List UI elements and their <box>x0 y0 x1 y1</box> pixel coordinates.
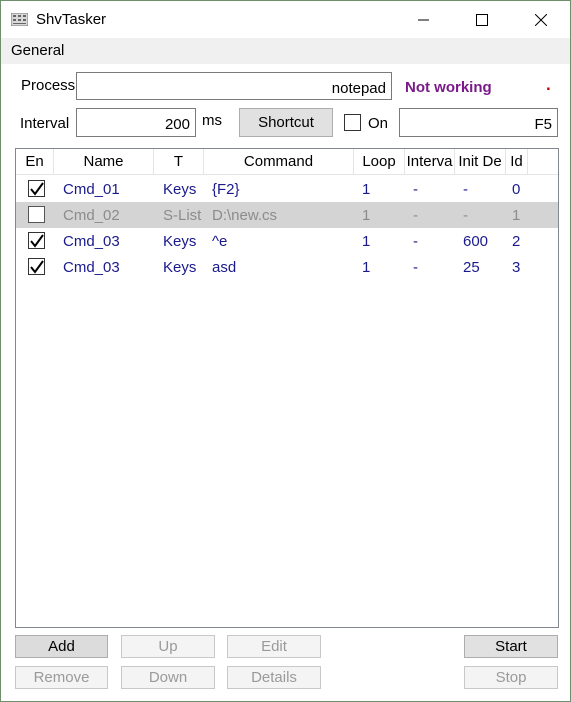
column-header-interval[interactable]: Interva <box>405 149 455 174</box>
row-enabled-checkbox[interactable] <box>28 180 45 197</box>
cell-type: Keys <box>163 233 197 250</box>
close-button[interactable] <box>512 1 570 38</box>
column-header-type[interactable]: T <box>154 149 204 174</box>
checkmark-icon <box>30 234 44 248</box>
cell-id: 1 <box>512 207 521 224</box>
cell-init-delay: 600 <box>463 233 489 250</box>
interval-label: Interval <box>20 115 70 132</box>
column-header-en[interactable]: En <box>16 149 54 174</box>
table-row[interactable]: Cmd_03 Keys ^e 1 - 600 2 <box>16 228 558 254</box>
stop-button[interactable]: Stop <box>464 666 558 689</box>
cell-init-delay: - <box>463 207 468 224</box>
maximize-icon <box>476 13 488 26</box>
table-row[interactable]: Cmd_03 Keys asd 1 - 25 3 <box>16 254 558 280</box>
maximize-button[interactable] <box>453 1 511 38</box>
minimize-button[interactable] <box>395 1 453 38</box>
cell-type: Keys <box>163 181 197 198</box>
cell-init-delay: 25 <box>463 259 480 276</box>
checkmark-icon <box>30 182 44 196</box>
column-header-loop[interactable]: Loop <box>354 149 405 174</box>
details-button[interactable]: Details <box>227 666 321 689</box>
cell-interval: - <box>413 259 418 276</box>
cell-init-delay: - <box>463 181 468 198</box>
add-button[interactable]: Add <box>15 635 108 658</box>
menu-bar: General <box>1 38 570 64</box>
cell-interval: - <box>413 181 418 198</box>
cell-name: Cmd_03 <box>63 259 120 276</box>
remove-button[interactable]: Remove <box>15 666 108 689</box>
edit-button[interactable]: Edit <box>227 635 321 658</box>
column-header-name[interactable]: Name <box>54 149 154 174</box>
row-enabled-checkbox[interactable] <box>28 206 45 223</box>
command-list[interactable]: En Name T Command Loop Interva Init De Id Cmd_0… <box>15 148 559 628</box>
minimize-icon <box>418 19 429 20</box>
cell-loop: 1 <box>362 259 371 276</box>
cell-command: asd <box>212 259 237 276</box>
row-enabled-checkbox[interactable] <box>28 232 45 249</box>
table-row[interactable]: Cmd_01 Keys {F2} 1 - - 0 <box>16 176 558 202</box>
interval-input[interactable]: 200 <box>76 108 196 137</box>
start-button[interactable]: Start <box>464 635 558 658</box>
cell-loop: 1 <box>362 181 371 198</box>
column-header-init-delay[interactable]: Init De <box>455 149 506 174</box>
list-header: En Name T Command Loop Interva Init De Id <box>16 149 558 175</box>
up-button[interactable]: Up <box>121 635 215 658</box>
table-row[interactable]: Cmd_02 S-List D:\new.cs 1 - - 1 <box>16 202 558 228</box>
checkmark-icon <box>30 260 44 274</box>
cell-id: 3 <box>512 259 521 276</box>
column-header-command[interactable]: Command <box>204 149 354 174</box>
cell-interval: - <box>413 207 418 224</box>
close-icon <box>535 13 547 26</box>
menu-item-general[interactable]: General <box>11 42 64 59</box>
main-panel: Process notepad Not working . Interval 2… <box>1 64 570 701</box>
cell-id: 2 <box>512 233 521 250</box>
title-bar[interactable]: ShvTasker <box>1 1 570 38</box>
cell-name: Cmd_02 <box>63 207 120 224</box>
cell-type: Keys <box>163 259 197 276</box>
window-title: ShvTasker <box>36 11 107 28</box>
on-checkbox[interactable] <box>344 114 361 131</box>
cell-name: Cmd_01 <box>63 181 120 198</box>
cell-command: D:\new.cs <box>212 207 278 224</box>
row-enabled-checkbox[interactable] <box>28 258 45 275</box>
cell-loop: 1 <box>362 233 371 250</box>
shortcut-key-input[interactable]: F5 <box>399 108 558 137</box>
interval-unit: ms <box>202 112 222 129</box>
cell-command: ^e <box>212 233 228 250</box>
process-label: Process <box>21 77 76 94</box>
cell-type: S-List <box>163 207 202 224</box>
shortcut-button[interactable]: Shortcut <box>239 108 333 137</box>
process-input[interactable]: notepad <box>76 72 392 100</box>
cell-command: {F2} <box>212 181 240 198</box>
cell-loop: 1 <box>362 207 371 224</box>
cell-name: Cmd_03 <box>63 233 120 250</box>
app-icon <box>10 12 29 27</box>
status-indicator: . <box>546 75 551 94</box>
on-label: On <box>368 115 389 132</box>
status-text: Not working <box>405 79 492 96</box>
down-button[interactable]: Down <box>121 666 215 689</box>
cell-id: 0 <box>512 181 521 198</box>
app-window: ShvTasker General Process notepad Not wo… <box>0 0 571 702</box>
column-header-id[interactable]: Id <box>506 149 528 174</box>
cell-interval: - <box>413 233 418 250</box>
